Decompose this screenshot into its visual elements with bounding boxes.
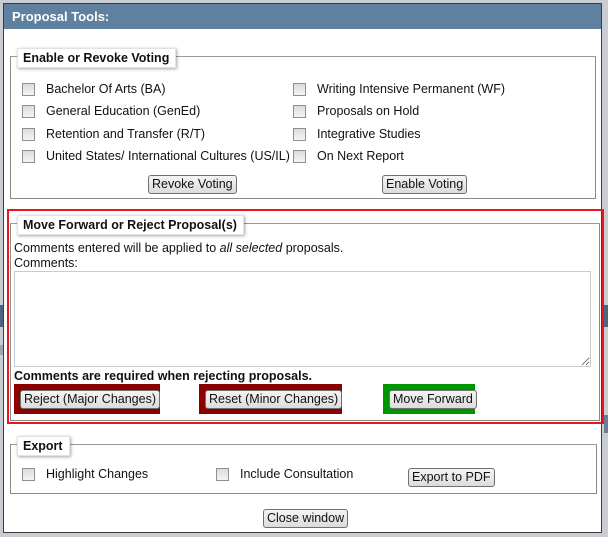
close-window-button[interactable]: Close window [263, 509, 349, 528]
voting-option-next-report[interactable]: On Next Report [293, 149, 404, 163]
export-to-pdf-button[interactable]: Export to PDF [408, 468, 495, 487]
info-prefix: Comments entered will be applied to [14, 241, 220, 255]
voting-option-wf[interactable]: Writing Intensive Permanent (WF) [293, 82, 505, 96]
reject-button-frame: Reject (Major Changes) [14, 384, 160, 414]
voting-option-gened[interactable]: General Education (GenEd) [22, 104, 200, 118]
option-label: Proposals on Hold [317, 104, 420, 118]
checkbox[interactable] [216, 467, 229, 481]
checkbox[interactable] [293, 149, 306, 163]
option-label: Bachelor Of Arts (BA) [46, 82, 166, 96]
voting-option-integrative[interactable]: Integrative Studies [293, 127, 421, 141]
checkbox[interactable] [22, 82, 35, 96]
highlight-changes-option[interactable]: Highlight Changes [22, 467, 148, 481]
option-label: On Next Report [317, 149, 404, 163]
background-page-fragment [604, 305, 608, 327]
comments-label: Comments: [14, 256, 78, 270]
option-label: Retention and Transfer (R/T) [46, 127, 206, 141]
checkbox[interactable] [293, 127, 306, 141]
enable-voting-button[interactable]: Enable Voting [382, 175, 468, 194]
export-fieldset: Export Highlight Changes Include Consult… [10, 436, 597, 494]
option-label: United States/ International Cultures (U… [46, 149, 290, 163]
option-label: Include Consultation [240, 467, 354, 481]
info-emphasis: all selected [219, 241, 283, 255]
voting-option-ba[interactable]: Bachelor Of Arts (BA) [22, 82, 165, 96]
voting-option-hold[interactable]: Proposals on Hold [293, 104, 419, 118]
info-suffix: proposals. [282, 241, 344, 255]
dialog-title[interactable]: Proposal Tools: [4, 4, 601, 29]
include-consultation-option[interactable]: Include Consultation [216, 467, 353, 481]
voting-option-usil[interactable]: United States/ International Cultures (U… [22, 149, 290, 163]
checkbox[interactable] [293, 82, 306, 96]
proposal-tools-dialog: Proposal Tools: Enable or Revoke Voting … [3, 3, 604, 533]
checkbox[interactable] [293, 104, 306, 118]
move-forward-legend: Move Forward or Reject Proposal(s) [17, 215, 244, 235]
option-label: Integrative Studies [317, 127, 421, 141]
voting-fieldset: Enable or Revoke Voting Bachelor Of Arts… [10, 48, 596, 199]
background-page-fragment [604, 415, 608, 433]
comments-required-note: Comments are required when rejecting pro… [14, 369, 312, 383]
option-label: Writing Intensive Permanent (WF) [317, 82, 506, 96]
reset-button-frame: Reset (Minor Changes) [199, 384, 343, 414]
checkbox[interactable] [22, 104, 35, 118]
voting-option-rt[interactable]: Retention and Transfer (R/T) [22, 127, 205, 141]
reset-minor-changes-button[interactable]: Reset (Minor Changes) [205, 390, 343, 409]
checkbox[interactable] [22, 467, 35, 481]
voting-legend: Enable or Revoke Voting [17, 48, 177, 68]
option-label: Highlight Changes [46, 467, 149, 481]
revoke-voting-button[interactable]: Revoke Voting [148, 175, 237, 194]
checkbox[interactable] [22, 127, 35, 141]
export-legend: Export [17, 436, 70, 456]
move-forward-button-frame: Move Forward [383, 384, 477, 414]
reject-major-changes-button[interactable]: Reject (Major Changes) [20, 390, 160, 409]
move-forward-button[interactable]: Move Forward [389, 390, 477, 409]
comments-info-text: Comments entered will be applied to all … [14, 241, 343, 255]
comments-textarea[interactable] [14, 271, 591, 367]
checkbox[interactable] [22, 149, 35, 163]
option-label: General Education (GenEd) [46, 104, 201, 118]
